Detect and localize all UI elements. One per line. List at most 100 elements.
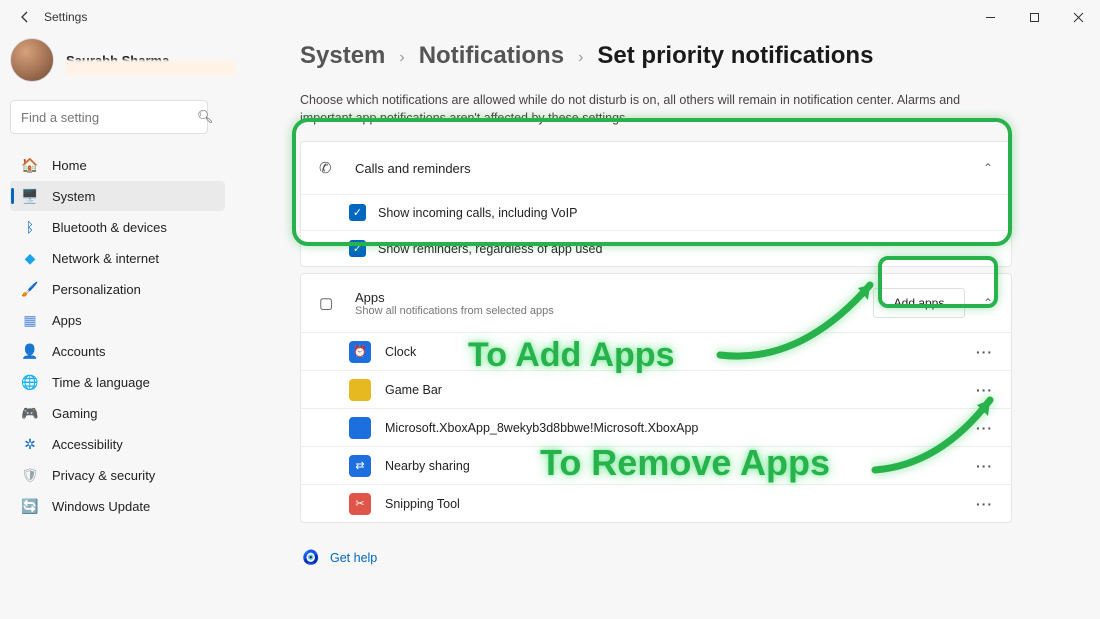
app-icon: ⇄: [349, 455, 371, 477]
nav-label: Time & language: [52, 375, 150, 390]
nav-item-personalization[interactable]: 🖌️ Personalization: [10, 274, 225, 304]
nav-list: 🏠 Home 🖥️ System ᛒ Bluetooth & devices ◆ Networ…: [10, 150, 225, 521]
page-description: Choose which notifications are allowed w…: [300, 92, 1000, 127]
app-row: Game Bar···: [301, 370, 1011, 408]
more-options-button[interactable]: ···: [976, 420, 993, 436]
calls-card-header[interactable]: ✆ Calls and reminders ⌃: [301, 142, 1011, 194]
nav-icon: 👤: [20, 341, 40, 361]
nav-label: Personalization: [52, 282, 141, 297]
nav-item-time-language[interactable]: 🌐 Time & language: [10, 367, 225, 397]
sidebar: Saurabh Sharma 🔍︎ 🏠 Home 🖥️ System ᛒ Bluetoot…: [10, 38, 225, 522]
app-name: Nearby sharing: [385, 459, 470, 473]
help-label: Get help: [330, 551, 377, 565]
app-row: ⇄ Nearby sharing ···: [301, 446, 1011, 484]
breadcrumb-current: Set priority notifications: [597, 42, 873, 70]
apps-card-header[interactable]: ▢ Apps Show all notifications from selec…: [301, 274, 1011, 332]
calls-and-reminders-card: ✆ Calls and reminders ⌃ ✓ Show incoming …: [300, 141, 1012, 267]
more-options-button[interactable]: ···: [976, 458, 993, 474]
nav-icon: 🎮: [20, 403, 40, 423]
nav-icon: ◆: [20, 248, 40, 268]
nav-label: Network & internet: [52, 251, 159, 266]
nav-icon: 🛡: [20, 465, 40, 485]
apps-card-subtitle: Show all notifications from selected app…: [355, 305, 554, 317]
nav-label: Privacy & security: [52, 468, 155, 483]
nav-item-windows-update[interactable]: 🔄 Windows Update: [10, 491, 225, 521]
apps-icon: ▢: [319, 294, 341, 312]
window-controls: [968, 0, 1100, 34]
nav-item-apps[interactable]: ▦ Apps: [10, 305, 225, 335]
nav-icon: 🔄: [20, 496, 40, 516]
search-box[interactable]: 🔍︎: [10, 100, 208, 134]
nav-item-bluetooth-devices[interactable]: ᛒ Bluetooth & devices: [10, 212, 225, 242]
breadcrumb-notifications[interactable]: Notifications: [419, 42, 564, 70]
chevron-up-icon: ⌃: [983, 161, 993, 175]
nav-label: Gaming: [52, 406, 98, 421]
add-apps-button[interactable]: Add apps: [873, 288, 965, 318]
nav-label: Accounts: [52, 344, 105, 359]
app-icon: [349, 379, 371, 401]
nav-item-home[interactable]: 🏠 Home: [10, 150, 225, 180]
app-name: Microsoft.XboxApp_8wekyb3d8bbwe!Microsof…: [385, 421, 698, 435]
option-reminders[interactable]: ✓ Show reminders, regardless of app used: [301, 230, 1011, 266]
help-icon: 🧿: [302, 549, 320, 566]
chevron-right-icon: ›: [399, 49, 404, 67]
nav-label: Home: [52, 158, 87, 173]
nav-item-accessibility[interactable]: ✲ Accessibility: [10, 429, 225, 459]
breadcrumb-system[interactable]: System: [300, 42, 385, 70]
user-account[interactable]: Saurabh Sharma: [10, 38, 225, 82]
app-row: ⏰ Clock ···: [301, 332, 1011, 370]
get-help-link[interactable]: 🧿 Get help: [302, 549, 1060, 566]
maximize-button[interactable]: [1012, 0, 1056, 34]
phone-icon: ✆: [319, 159, 341, 177]
checkbox-checked-icon[interactable]: ✓: [349, 240, 366, 257]
apps-card: ▢ Apps Show all notifications from selec…: [300, 273, 1012, 523]
back-arrow-icon: [18, 10, 32, 24]
search-icon: 🔍︎: [197, 109, 214, 125]
app-row: Microsoft.XboxApp_8wekyb3d8bbwe!Microsof…: [301, 408, 1011, 446]
app-icon: ⏰: [349, 341, 371, 363]
back-button[interactable]: [8, 0, 42, 34]
calls-card-title: Calls and reminders: [355, 161, 471, 176]
nav-item-accounts[interactable]: 👤 Accounts: [10, 336, 225, 366]
app-name: Clock: [385, 345, 416, 359]
nav-icon: 🌐: [20, 372, 40, 392]
nav-label: Apps: [52, 313, 82, 328]
more-options-button[interactable]: ···: [976, 344, 993, 360]
chevron-right-icon: ›: [578, 49, 583, 67]
search-input[interactable]: [21, 110, 197, 125]
minimize-button[interactable]: [968, 0, 1012, 34]
app-title: Settings: [44, 10, 87, 24]
nav-item-gaming[interactable]: 🎮 Gaming: [10, 398, 225, 428]
nav-icon: ▦: [20, 310, 40, 330]
nav-icon: 🖥️: [20, 186, 40, 206]
chevron-up-icon: ⌃: [983, 296, 993, 310]
nav-label: Accessibility: [52, 437, 123, 452]
nav-label: System: [52, 189, 95, 204]
more-options-button[interactable]: ···: [976, 382, 993, 398]
close-button[interactable]: [1056, 0, 1100, 34]
nav-item-system[interactable]: 🖥️ System: [10, 181, 225, 211]
nav-item-privacy-security[interactable]: 🛡 Privacy & security: [10, 460, 225, 490]
main-content: System › Notifications › Set priority no…: [300, 38, 1060, 566]
nav-icon: ✲: [20, 434, 40, 454]
breadcrumb: System › Notifications › Set priority no…: [300, 38, 1060, 74]
app-name: Snipping Tool: [385, 497, 460, 511]
checkbox-checked-icon[interactable]: ✓: [349, 204, 366, 221]
user-email-redacted: [66, 60, 236, 76]
titlebar: Settings: [0, 0, 1100, 34]
app-icon: ✂: [349, 493, 371, 515]
nav-icon: ᛒ: [20, 217, 40, 237]
nav-icon: 🏠: [20, 155, 40, 175]
apps-card-title: Apps: [355, 290, 554, 305]
avatar: [10, 38, 54, 82]
nav-item-network-internet[interactable]: ◆ Network & internet: [10, 243, 225, 273]
more-options-button[interactable]: ···: [976, 496, 993, 512]
app-row: ✂ Snipping Tool ···: [301, 484, 1011, 522]
app-icon: [349, 417, 371, 439]
option-label: Show incoming calls, including VoIP: [378, 206, 577, 220]
nav-icon: 🖌️: [20, 279, 40, 299]
option-incoming-calls[interactable]: ✓ Show incoming calls, including VoIP: [301, 194, 1011, 230]
option-label: Show reminders, regardless of app used: [378, 242, 602, 256]
nav-label: Bluetooth & devices: [52, 220, 167, 235]
nav-label: Windows Update: [52, 499, 150, 514]
